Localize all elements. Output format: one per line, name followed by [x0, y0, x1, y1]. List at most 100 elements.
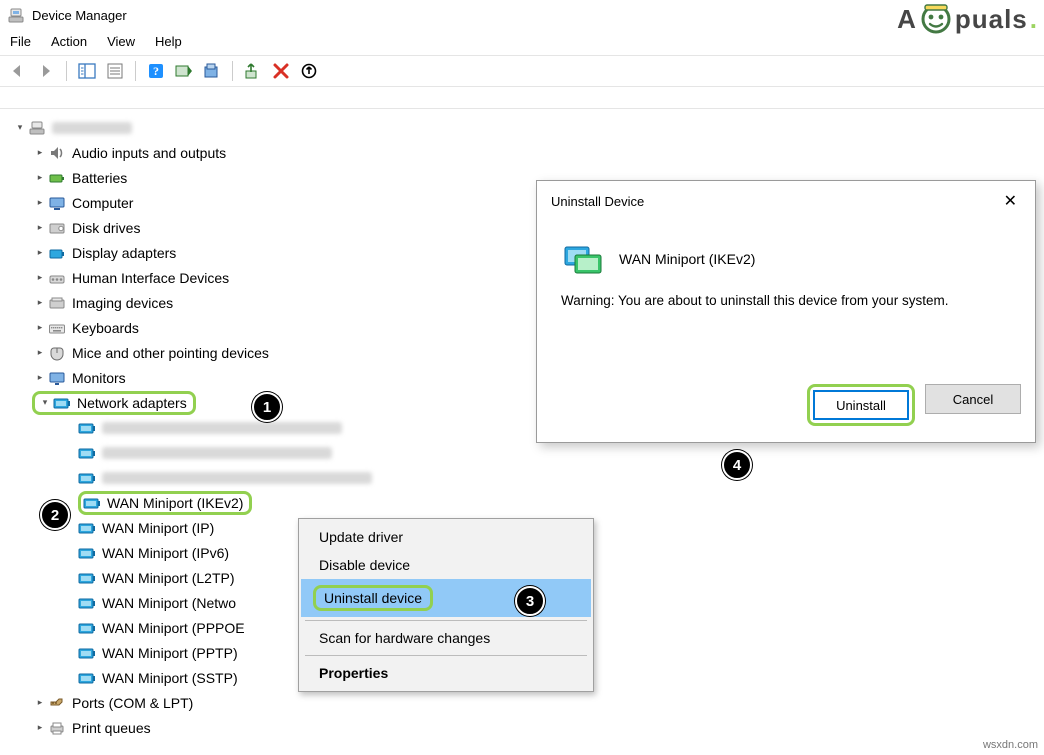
category-icon	[48, 270, 66, 286]
category-icon	[48, 220, 66, 236]
network-adapter-icon	[78, 420, 96, 436]
category-label: Ports (COM & LPT)	[72, 695, 193, 711]
scan-hardware-icon[interactable]	[172, 60, 196, 82]
tree-item[interactable]: WAN Miniport (IKEv2)	[0, 490, 1044, 515]
expander-open-icon[interactable]: ▾	[12, 120, 28, 136]
expander-closed-icon[interactable]: ▸	[32, 270, 48, 286]
category-icon	[48, 245, 66, 261]
ctx-uninstall-device[interactable]: Uninstall device	[301, 579, 591, 617]
blurred-device-name	[102, 447, 332, 459]
network-adapter-icon	[78, 595, 96, 611]
category-icon	[48, 695, 66, 711]
expander-open-icon[interactable]: ▾	[37, 395, 53, 411]
dialog-device-name: WAN Miniport (IKEv2)	[619, 251, 755, 267]
network-adapter-large-icon	[561, 241, 605, 277]
expander-closed-icon[interactable]: ▸	[32, 695, 48, 711]
dialog-warning-text: Warning: You are about to uninstall this…	[561, 293, 1011, 308]
blurred-device-name	[102, 472, 372, 484]
menu-file[interactable]: File	[10, 34, 31, 49]
uninstall-device-icon[interactable]	[269, 60, 293, 82]
tree-item-label: WAN Miniport (PPTP)	[102, 645, 238, 661]
dialog-device-row: WAN Miniport (IKEv2)	[561, 241, 1011, 277]
show-hide-tree-icon[interactable]	[75, 60, 99, 82]
expander-closed-icon[interactable]: ▸	[32, 370, 48, 386]
annotation-badge-3: 3	[515, 586, 545, 616]
tree-item[interactable]	[0, 465, 1044, 490]
ctx-disable-device[interactable]: Disable device	[301, 551, 591, 579]
tree-root[interactable]: ▾	[0, 115, 1044, 140]
category-label: Mice and other pointing devices	[72, 345, 269, 361]
toolbar-separator	[232, 61, 233, 81]
tree-item-label: WAN Miniport (SSTP)	[102, 670, 238, 686]
category-label: Computer	[72, 195, 133, 211]
expander-closed-icon[interactable]: ▸	[32, 295, 48, 311]
image-credit: wsxdn.com	[983, 739, 1038, 751]
properties-icon[interactable]	[103, 60, 127, 82]
titlebar: Device Manager	[0, 0, 1044, 30]
category-label: Print queues	[72, 720, 151, 736]
ctx-properties[interactable]: Properties	[301, 659, 591, 687]
computer-name-blurred	[52, 122, 132, 134]
network-adapter-icon	[78, 645, 96, 661]
category-label: Disk drives	[72, 220, 140, 236]
tree-category[interactable]: ▸ Audio inputs and outputs	[0, 140, 1044, 165]
category-label: Monitors	[72, 370, 126, 386]
help-icon[interactable]: ?	[144, 60, 168, 82]
tree-item-label: WAN Miniport (Netwo	[102, 595, 236, 611]
appuals-logo-icon	[919, 2, 953, 36]
expander-closed-icon[interactable]: ▸	[32, 245, 48, 261]
expander-closed-icon[interactable]: ▸	[32, 195, 48, 211]
close-icon[interactable]: ✕	[998, 191, 1023, 211]
menu-separator	[305, 655, 587, 656]
tree-item-label: WAN Miniport (IPv6)	[102, 545, 229, 561]
nav-forward-icon[interactable]	[34, 60, 58, 82]
expander-closed-icon[interactable]: ▸	[32, 320, 48, 336]
menu-help[interactable]: Help	[155, 34, 182, 49]
annotation-badge-4: 4	[722, 450, 752, 480]
category-icon	[48, 170, 66, 186]
dialog-title: Uninstall Device	[551, 194, 644, 209]
menu-action[interactable]: Action	[51, 34, 87, 49]
menu-view[interactable]: View	[107, 34, 135, 49]
toolbar: ?	[0, 55, 1044, 87]
network-adapter-icon	[83, 495, 101, 511]
nav-back-icon[interactable]	[6, 60, 30, 82]
cancel-button[interactable]: Cancel	[925, 384, 1021, 414]
category-label: Keyboards	[72, 320, 139, 336]
category-label: Human Interface Devices	[72, 270, 229, 286]
toolbar-separator	[135, 61, 136, 81]
computer-icon	[28, 120, 46, 136]
blurred-device-name	[102, 422, 342, 434]
tree-item-label: WAN Miniport (IKEv2)	[107, 495, 243, 511]
network-adapter-icon	[78, 620, 96, 636]
update-driver-icon[interactable]	[200, 60, 224, 82]
expander-closed-icon[interactable]: ▸	[32, 145, 48, 161]
tree-category[interactable]: ▸ Ports (COM & LPT)	[0, 690, 1044, 715]
network-adapter-icon	[78, 670, 96, 686]
ctx-scan-hardware[interactable]: Scan for hardware changes	[301, 624, 591, 652]
tree-item-label: WAN Miniport (IP)	[102, 520, 214, 536]
highlight-wan-miniport-ikev2: WAN Miniport (IKEv2)	[78, 491, 252, 515]
category-label: Imaging devices	[72, 295, 173, 311]
disable-device-icon[interactable]	[297, 60, 321, 82]
dialog-titlebar: Uninstall Device ✕	[537, 181, 1035, 221]
uninstall-button[interactable]: Uninstall	[813, 390, 909, 420]
tree-item-label: WAN Miniport (PPPOE	[102, 620, 245, 636]
category-icon	[48, 320, 66, 336]
ctx-update-driver[interactable]: Update driver	[301, 523, 591, 551]
category-icon	[48, 345, 66, 361]
expander-closed-icon[interactable]: ▸	[32, 170, 48, 186]
expander-closed-icon[interactable]: ▸	[32, 720, 48, 736]
menu-separator	[305, 620, 587, 621]
tree-item[interactable]	[0, 440, 1044, 465]
uninstall-device-dialog: Uninstall Device ✕ WAN Miniport (IKEv2) …	[536, 180, 1036, 443]
category-label: Batteries	[72, 170, 127, 186]
expander-closed-icon[interactable]: ▸	[32, 220, 48, 236]
tree-category[interactable]: ▸ Print queues	[0, 715, 1044, 740]
expander-closed-icon[interactable]: ▸	[32, 345, 48, 361]
enable-device-icon[interactable]	[241, 60, 265, 82]
network-adapter-icon	[78, 445, 96, 461]
toolbar-separator	[66, 61, 67, 81]
category-icon	[48, 720, 66, 736]
network-adapter-icon	[53, 395, 71, 411]
